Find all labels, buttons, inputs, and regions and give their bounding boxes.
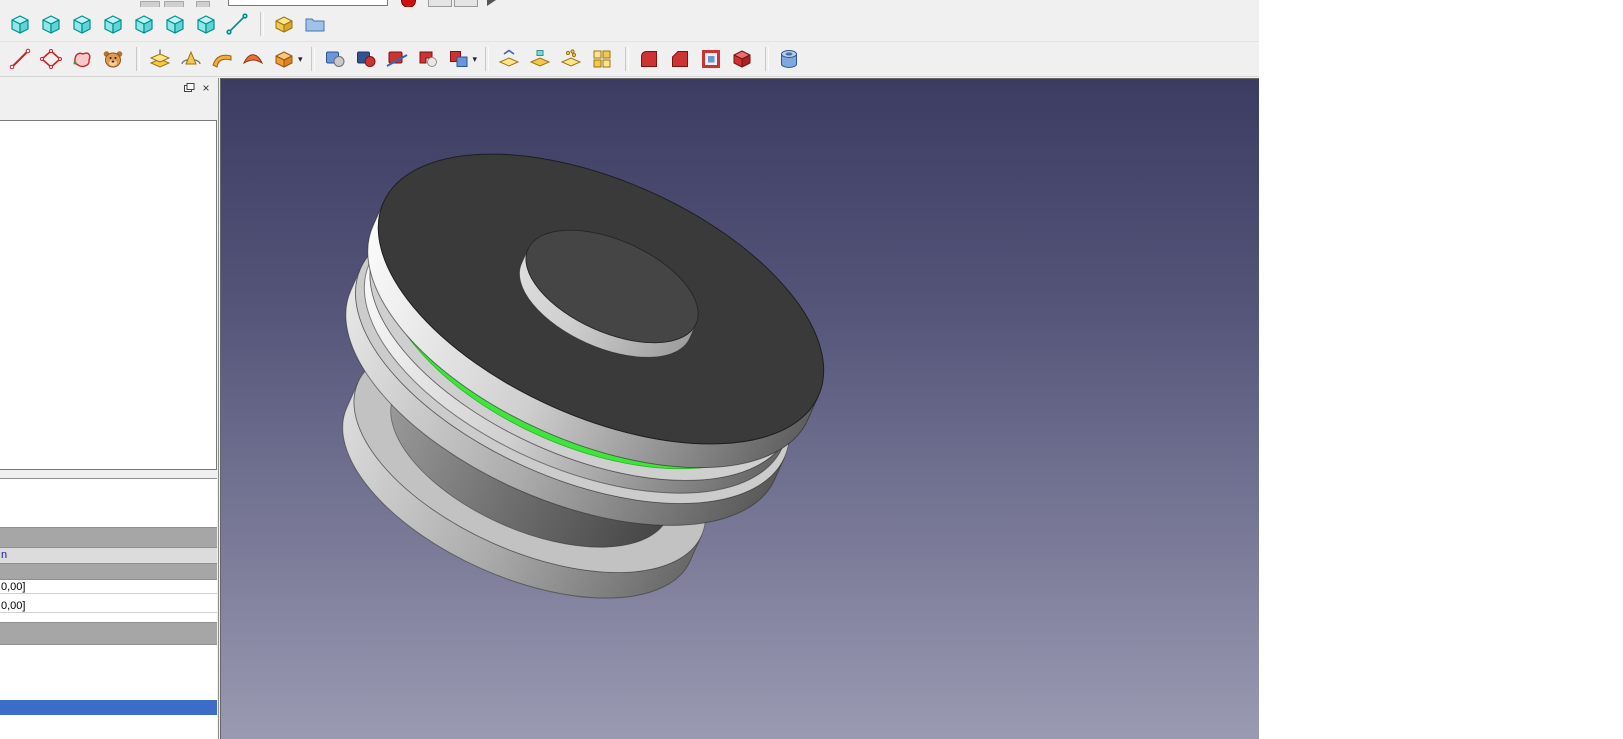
toolbar-separator [485,47,490,71]
common-icon[interactable] [352,45,380,73]
clipped-menubar-strip [0,0,1259,7]
property-grid-blank [0,479,217,527]
revolve-icon[interactable] [177,45,205,73]
property-value-cell[interactable]: 0,00] [0,599,217,613]
refine-shape-icon[interactable] [728,45,756,73]
property-grid-blank [0,645,217,700]
shape-builder-icon[interactable] [68,45,96,73]
undock-panel-icon[interactable] [182,81,196,95]
property-grid-blank [0,715,217,739]
panel-titlebar[interactable]: × [0,78,218,98]
thickness-icon[interactable] [697,45,725,73]
measure-distance-icon[interactable] [223,10,251,38]
view-bottom-icon[interactable] [161,10,189,38]
close-panel-icon[interactable]: × [199,81,213,95]
property-group-row[interactable] [0,563,217,580]
toolbar-separator [625,47,630,71]
boolean-icon[interactable] [321,45,349,73]
3d-scene [342,153,825,599]
record-macro-icon[interactable] [401,0,416,7]
view-top-icon[interactable] [68,10,96,38]
freecad-window: ▾ ▾ × n 0,00] 0,00] [0,0,1259,739]
view-right-icon[interactable] [99,10,127,38]
join-connect-icon[interactable] [495,45,523,73]
fillet-icon[interactable] [635,45,663,73]
extrude-icon[interactable] [146,45,174,73]
dropdown-caret-icon[interactable]: ▾ [298,54,303,65]
toolbar-separator [260,12,264,36]
screen: ▾ ▾ × n 0,00] 0,00] [0,0,1623,739]
model-tree[interactable] [0,120,217,470]
loft-icon[interactable] [239,45,267,73]
combo-view-panel: × n 0,00] 0,00] [0,78,219,739]
join-embed-icon[interactable] [526,45,554,73]
toolbar-separator [765,47,770,71]
toolbar-separator [310,47,315,71]
edit-macro-icon[interactable] [454,0,478,7]
play-macro-icon[interactable] [487,0,496,6]
property-value-cell[interactable]: 0,00] [0,580,217,594]
tube-icon[interactable] [775,45,803,73]
property-group-row[interactable] [0,527,217,548]
split-icon[interactable] [588,45,616,73]
open-folder-icon[interactable] [301,10,329,38]
macro-combobox[interactable] [228,0,388,6]
xor-icon[interactable] [445,45,473,73]
selected-property-row[interactable] [0,700,217,715]
stop-macro-icon[interactable] [428,0,452,7]
view-toolbar [0,7,1259,42]
view-front-icon[interactable] [37,10,65,38]
join-cutout-icon[interactable] [557,45,585,73]
view-left-icon[interactable] [192,10,220,38]
cut-icon[interactable] [414,45,442,73]
part-workbench-icon[interactable] [270,10,298,38]
view-fit-all-icon[interactable] [6,10,34,38]
property-name-cell[interactable]: n [0,548,217,563]
property-group-row[interactable] [0,622,217,645]
mascot-icon[interactable] [99,45,127,73]
line-tool-icon[interactable] [6,45,34,73]
property-grid-gap [0,613,217,622]
property-editor: n 0,00] 0,00] [0,478,217,739]
section-icon[interactable] [383,45,411,73]
primitives-icon[interactable] [270,45,298,73]
toolbar-separator [136,47,140,71]
sweep-icon[interactable] [208,45,236,73]
dropdown-caret-icon[interactable]: ▾ [473,54,478,65]
view-rear-icon[interactable] [130,10,158,38]
polygon-tool-icon[interactable] [37,45,65,73]
part-toolbar: ▾ ▾ [0,42,1259,77]
chamfer-icon[interactable] [666,45,694,73]
3d-viewport[interactable] [220,78,1259,739]
